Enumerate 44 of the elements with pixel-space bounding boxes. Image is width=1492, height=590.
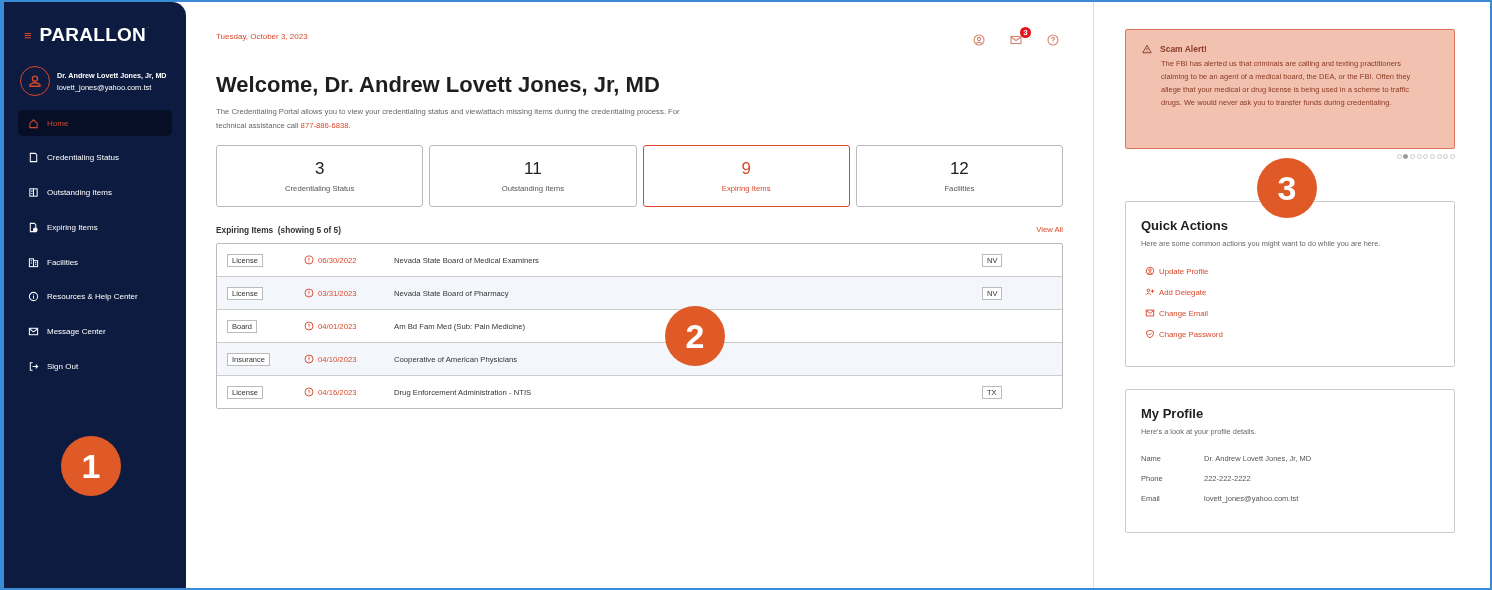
item-count: (showing 5 of 5) — [277, 225, 341, 235]
mail-icon — [1145, 308, 1155, 318]
info-icon — [28, 291, 39, 303]
card-title: My Profile — [1141, 406, 1205, 421]
card-title: Quick Actions — [1141, 218, 1229, 233]
warning-icon — [1142, 44, 1152, 54]
carousel-dot[interactable] — [1403, 154, 1409, 159]
alert-circle-icon — [304, 288, 314, 298]
sidebar-item[interactable]: Resources & Help Center — [18, 284, 172, 310]
mail-button[interactable] — [1010, 34, 1022, 46]
sidebar-item[interactable]: Home — [18, 110, 172, 136]
mail-icon — [1010, 34, 1022, 46]
mail-icon — [28, 326, 39, 338]
user-circle-icon — [1145, 266, 1155, 276]
alert-title: Scam Alert! — [1160, 44, 1207, 54]
document-icon — [28, 152, 39, 164]
section-title: Expiring Items — [216, 225, 274, 235]
user-circle-icon — [973, 34, 985, 46]
numbered-callout: 3 — [1257, 158, 1317, 218]
menu-icon[interactable]: ≡ — [24, 27, 32, 43]
notification-badge: 3 — [1020, 27, 1031, 38]
home-icon — [28, 117, 39, 129]
alert-circle-icon — [304, 255, 314, 265]
help-button[interactable] — [1047, 34, 1059, 46]
alert-circle-icon — [304, 321, 314, 331]
welcome-heading: Welcome, Dr. Andrew Lovett Jones, Jr, MD — [216, 72, 661, 98]
alert-circle-icon — [304, 354, 314, 364]
add-users-icon — [1145, 287, 1155, 297]
sidebar-item[interactable]: Credentialing Status — [18, 144, 172, 171]
shield-icon — [1145, 329, 1155, 339]
sign-out-icon — [28, 361, 39, 373]
sidebar-item[interactable]: Sign Out — [18, 353, 172, 380]
profile-button[interactable] — [973, 34, 985, 46]
sidebar-item[interactable]: Expiring Items — [18, 214, 172, 241]
sidebar-item[interactable]: Facilities — [18, 249, 172, 276]
current-date: Tuesday, October 3, 2023 — [216, 32, 308, 41]
alert-circle-icon — [304, 387, 314, 397]
building-icon — [28, 256, 39, 268]
sidebar-item[interactable]: Message Center — [18, 318, 172, 345]
help-icon — [1047, 34, 1059, 46]
sidebar-item[interactable]: Outstanding Items — [18, 179, 172, 206]
document-clock-icon — [28, 221, 39, 233]
list-icon — [28, 187, 39, 199]
logo: PARALLON$^{·}$ — [39, 24, 150, 46]
